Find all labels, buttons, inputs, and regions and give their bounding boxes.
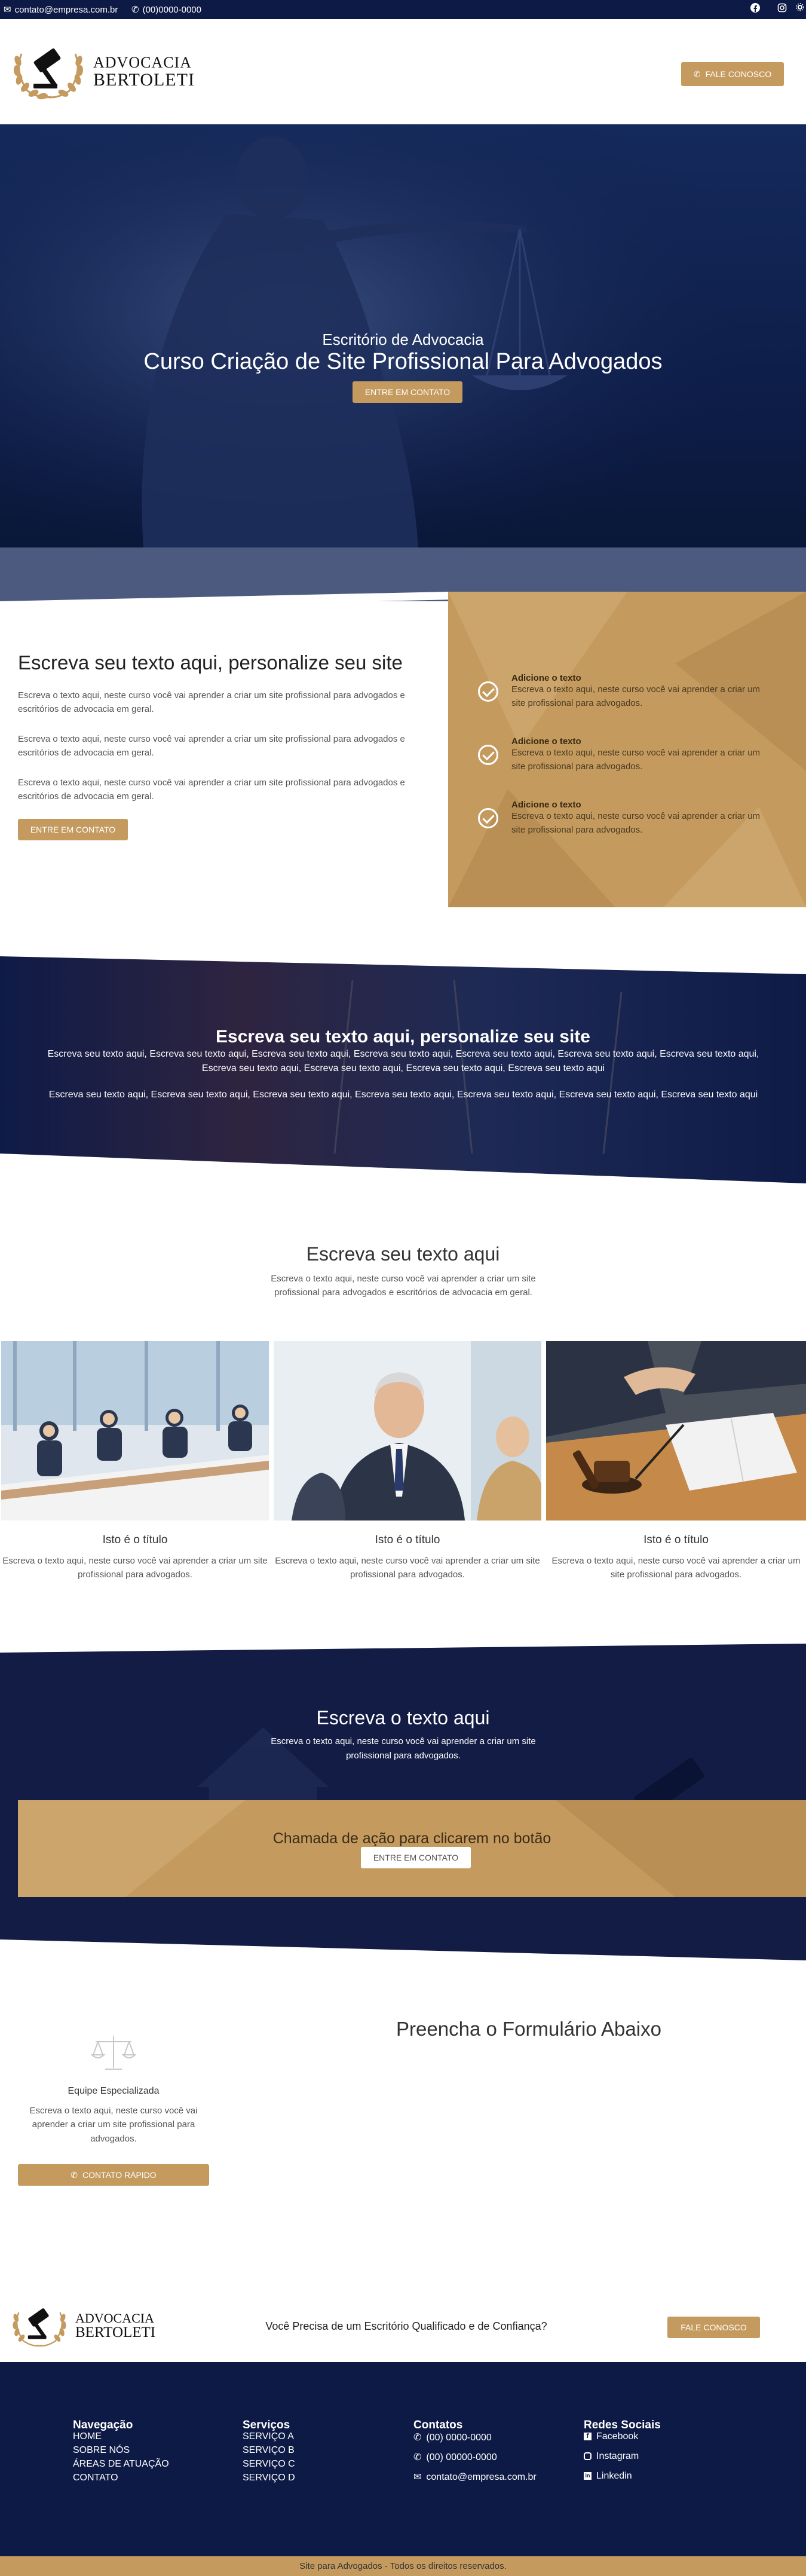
footer-phone[interactable]: ✆ (00) 0000-0000 bbox=[413, 2431, 537, 2445]
intro-paragraph: Escreva o texto aqui, neste curso você v… bbox=[18, 778, 405, 802]
feature-text: Escreva o texto aqui, neste curso você v… bbox=[511, 811, 761, 835]
pre-footer-tagline: Você Precisa de um Escritório Qualificad… bbox=[265, 2320, 547, 2332]
facebook-icon[interactable] bbox=[749, 3, 761, 15]
hero-contact-button[interactable]: ENTRE EM CONTATO bbox=[353, 381, 462, 403]
feature-item: Adicione o texto Escreva o texto aqui, n… bbox=[478, 736, 765, 773]
intro-contact-button[interactable]: ENTRE EM CONTATO bbox=[18, 819, 128, 840]
logo-line1: ADVOCACIA bbox=[93, 53, 192, 71]
service-text: Escreva o texto aqui, neste curso você v… bbox=[2, 1556, 268, 1580]
instagram-icon[interactable] bbox=[776, 3, 788, 15]
check-circle-icon bbox=[478, 745, 498, 765]
feature-title: Adicione o texto bbox=[511, 673, 581, 683]
feature-item: Adicione o texto Escreva o texto aqui, n… bbox=[478, 673, 765, 710]
footer-social: Redes Sociais f Facebook Instagram in Link… bbox=[584, 2419, 661, 2483]
whatsapp-icon: ✆ bbox=[71, 2170, 78, 2180]
whatsapp-icon: ✆ bbox=[413, 2452, 422, 2462]
footer-nav-areas[interactable]: ÁREAS DE ATUAÇÃO bbox=[73, 2457, 169, 2471]
topbar-phone[interactable]: ✆ (00)0000-0000 bbox=[131, 4, 201, 16]
site-logo[interactable]: ADVOCACIA BERTOLETI bbox=[10, 42, 195, 102]
feature-item: Adicione o texto Escreva o texto aqui, n… bbox=[478, 800, 765, 837]
copyright-bar: Site para Advogados - Todos os direitos … bbox=[0, 2556, 806, 2576]
footer-service-a[interactable]: SERVIÇO A bbox=[243, 2430, 295, 2443]
banner-title: Escreva seu texto aqui, personalize seu … bbox=[216, 1027, 590, 1047]
site-header: ADVOCACIA BERTOLETI ✆ FALE CONOSCO bbox=[0, 19, 806, 124]
cta-box-contact-button[interactable]: ENTRE EM CONTATO bbox=[361, 1847, 471, 1868]
footer-services: Serviços SERVIÇO A SERVIÇO B SERVIÇO C S… bbox=[243, 2419, 295, 2485]
facebook-icon: f bbox=[584, 2433, 592, 2440]
logo-line1: ADVOCACIA bbox=[75, 2311, 154, 2326]
instagram-icon bbox=[584, 2452, 592, 2460]
cta-title: Escreva o texto aqui bbox=[316, 1707, 490, 1728]
logo-line2: BERTOLETI bbox=[93, 69, 195, 90]
meeting-photo-image bbox=[1, 1341, 269, 1520]
check-circle-icon bbox=[478, 681, 498, 702]
footer-linkedin[interactable]: in Linkedin bbox=[584, 2469, 661, 2483]
feature-text: Escreva o texto aqui, neste curso você v… bbox=[511, 684, 761, 708]
quick-contact-button[interactable]: ✆ CONTATO RÁPIDO bbox=[18, 2164, 209, 2186]
service-title: Isto é o título bbox=[375, 1534, 440, 1546]
service-title: Isto é o título bbox=[102, 1534, 168, 1546]
phone-icon: ✆ bbox=[413, 2433, 422, 2443]
check-circle-icon bbox=[478, 808, 498, 828]
banner-text-3: Escreva seu texto aqui, Escreva seu text… bbox=[48, 1090, 758, 1100]
footer-whatsapp[interactable]: ✆ (00) 00000-0000 bbox=[413, 2450, 537, 2464]
footer-service-c[interactable]: SERVIÇO C bbox=[243, 2457, 295, 2471]
footer-fale-conosco-button[interactable]: FALE CONOSCO bbox=[667, 2317, 760, 2338]
gavel-laurel-logo-icon bbox=[10, 2302, 69, 2350]
feature-text: Escreva o texto aqui, neste curso você v… bbox=[511, 748, 761, 772]
intro-paragraph: Escreva o texto aqui, neste curso você v… bbox=[18, 690, 405, 715]
team-title: Equipe Especializada bbox=[68, 2086, 160, 2096]
footer-contacts: Contatos ✆ (00) 0000-0000 ✆ (00) 00000-000… bbox=[413, 2419, 537, 2484]
intro-paragraph: Escreva o texto aqui, neste curso você v… bbox=[18, 734, 405, 758]
scales-icon bbox=[90, 2032, 137, 2074]
businessman-photo-image bbox=[274, 1341, 541, 1520]
email-icon: ✉ bbox=[4, 5, 11, 15]
site-footer: Navegação HOME SOBRE NÓS ÁREAS DE ATUAÇÃ… bbox=[0, 2362, 806, 2556]
gear-icon[interactable] bbox=[794, 3, 806, 15]
top-bar: ✉ contato@empresa.com.br ✆ (00)0000-0000 bbox=[0, 0, 806, 19]
cta-box-title: Chamada de ação para clicarem no botão bbox=[272, 1830, 551, 1847]
service-title: Isto é o título bbox=[643, 1534, 709, 1546]
linkedin-icon: in bbox=[584, 2472, 592, 2480]
feature-title: Adicione o texto bbox=[511, 736, 581, 747]
gavel-laurel-logo-icon bbox=[10, 42, 87, 102]
team-text: Escreva o texto aqui, neste curso você v… bbox=[29, 2106, 198, 2144]
header-fale-conosco-button[interactable]: ✆ FALE CONOSCO bbox=[681, 62, 784, 86]
footer-service-d[interactable]: SERVIÇO D bbox=[243, 2471, 295, 2485]
footer-nav: Navegação HOME SOBRE NÓS ÁREAS DE ATUAÇÃ… bbox=[73, 2419, 169, 2485]
email-icon: ✉ bbox=[413, 2472, 422, 2482]
service-text: Escreva o texto aqui, neste curso você v… bbox=[275, 1556, 540, 1580]
intro-title: Escreva seu texto aqui, personalize seu … bbox=[18, 651, 403, 674]
footer-nav-sobre[interactable]: SOBRE NÓS bbox=[73, 2443, 169, 2457]
banner-text-2: Escreva seu texto aqui, Escreva seu text… bbox=[201, 1063, 605, 1073]
service-text: Escreva o texto aqui, neste curso você v… bbox=[551, 1556, 801, 1580]
footer-logo[interactable]: ADVOCACIA BERTOLETI bbox=[10, 2302, 155, 2350]
form-title: Preencha o Formulário Abaixo bbox=[396, 2018, 661, 2040]
logo-line2: BERTOLETI bbox=[75, 2324, 156, 2341]
hero-section: Escritório de Advocacia Curso Criação de… bbox=[0, 124, 806, 547]
phone-icon: ✆ bbox=[131, 5, 139, 15]
services-title: Escreva seu texto aqui bbox=[306, 1243, 500, 1265]
cta-box: Chamada de ação para clicarem no botão E… bbox=[18, 1800, 806, 1897]
services-subtitle: Escreva o texto aqui, neste curso você v… bbox=[271, 1274, 536, 1298]
hero-title: Curso Criação de Site Profissional Para … bbox=[143, 349, 663, 374]
footer-contacts-title: Contatos bbox=[413, 2419, 463, 2431]
footer-service-b[interactable]: SERVIÇO B bbox=[243, 2443, 295, 2457]
cta-text: Escreva o texto aqui, neste curso você v… bbox=[271, 1736, 536, 1761]
whatsapp-icon: ✆ bbox=[693, 69, 701, 79]
banner-text-1: Escreva seu texto aqui, Escreva seu text… bbox=[47, 1049, 759, 1059]
handshake-gavel-photo-image bbox=[546, 1341, 806, 1520]
footer-nav-contato[interactable]: CONTATO bbox=[73, 2471, 169, 2485]
feature-title: Adicione o texto bbox=[511, 800, 581, 810]
footer-email[interactable]: ✉ contato@empresa.com.br bbox=[413, 2470, 537, 2484]
topbar-email[interactable]: ✉ contato@empresa.com.br bbox=[4, 4, 118, 16]
footer-instagram[interactable]: Instagram bbox=[584, 2449, 661, 2463]
features-panel: Adicione o texto Escreva o texto aqui, n… bbox=[448, 592, 806, 907]
hero-eyebrow: Escritório de Advocacia bbox=[322, 331, 484, 348]
